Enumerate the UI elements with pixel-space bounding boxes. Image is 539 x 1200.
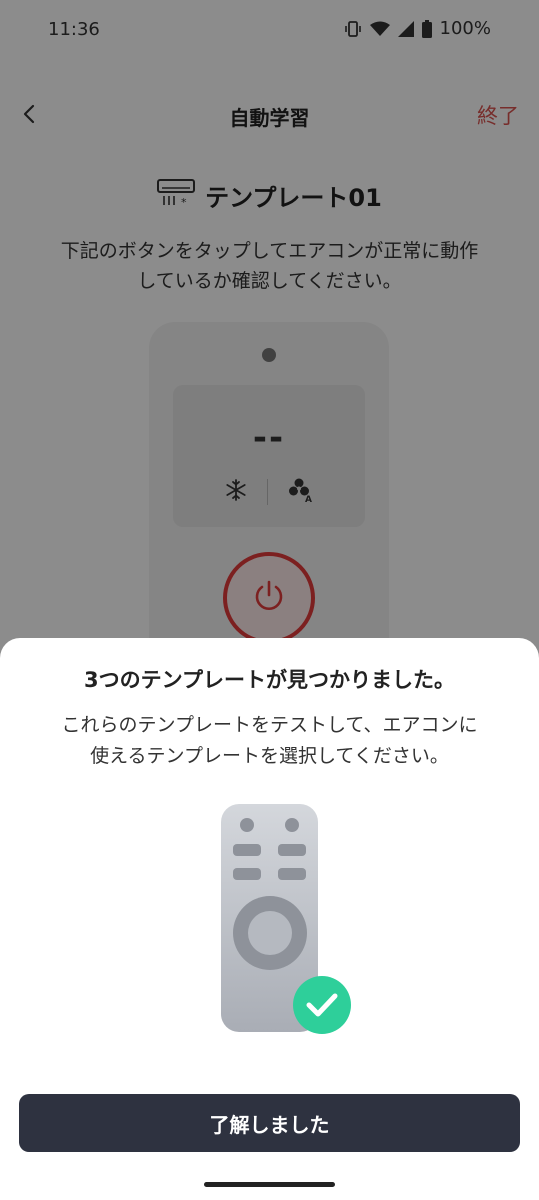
home-indicator[interactable] <box>204 1182 335 1187</box>
sheet-description-line-1: これらのテンプレートをテストして、エアコンに <box>61 714 478 736</box>
sheet-title: 3つのテンプレートが見つかりました。 <box>84 668 455 692</box>
sheet-description-line-2: 使えるテンプレートを選択してください。 <box>90 745 449 767</box>
templates-found-sheet: 3つのテンプレートが見つかりました。 これらのテンプレートをテストして、エアコン… <box>0 638 539 1200</box>
navigation-bar <box>0 1170 539 1200</box>
confirm-button[interactable]: 了解しました <box>19 1094 520 1152</box>
sheet-description: これらのテンプレートをテストして、エアコンに 使えるテンプレートを選択してくださ… <box>26 710 513 772</box>
